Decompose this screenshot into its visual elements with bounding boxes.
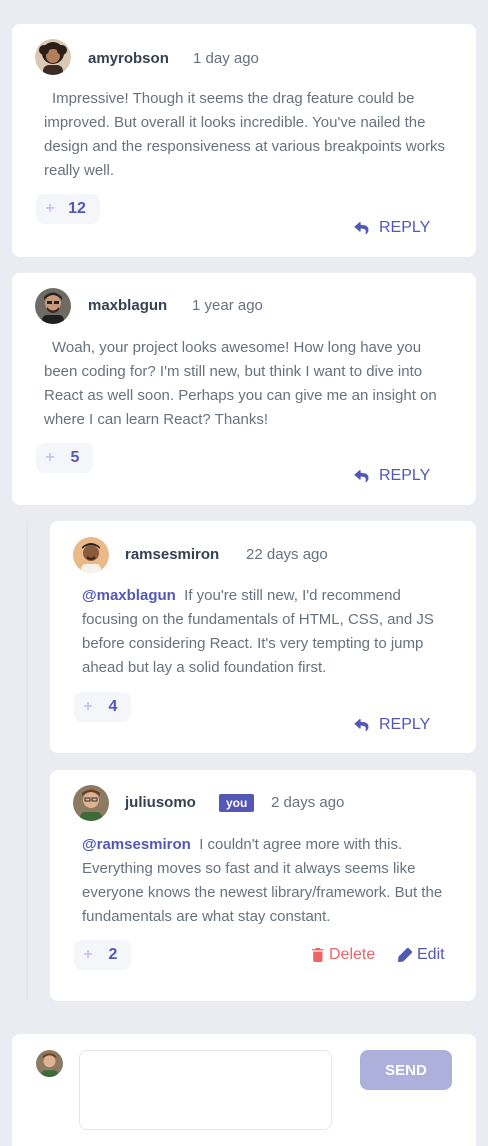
trash-icon — [312, 948, 324, 962]
comment-text: @maxblagun If you're still new, I'd reco… — [82, 584, 452, 680]
reply-icon — [354, 469, 369, 482]
comment-time: 1 year ago — [192, 297, 263, 314]
vote-count: 2 — [108, 946, 118, 963]
comment-time: 22 days ago — [246, 546, 328, 563]
plus-icon[interactable]: + — [74, 946, 102, 964]
comment-card: amyrobson 1 day ago Impressive! Though i… — [12, 24, 476, 257]
mention-link[interactable]: @maxblagun — [82, 587, 176, 604]
reply-button[interactable]: REPLY — [354, 467, 430, 485]
current-user-avatar — [36, 1050, 63, 1077]
avatar — [73, 785, 109, 821]
delete-button[interactable]: Delete — [312, 946, 375, 964]
reply-button[interactable]: REPLY — [354, 219, 430, 237]
comment-card: maxblagun 1 year ago Woah, your project … — [12, 273, 476, 505]
comment-text: Woah, your project looks awesome! How lo… — [44, 339, 437, 428]
comment-time: 2 days ago — [271, 794, 345, 811]
comment-text: Impressive! Though it seems the drag fea… — [44, 90, 446, 179]
avatar — [73, 537, 109, 573]
avatar — [35, 288, 71, 324]
username[interactable]: juliusomo — [125, 794, 196, 811]
reply-label: REPLY — [379, 467, 431, 484]
reply-icon — [354, 718, 369, 731]
mention-link[interactable]: @ramsesmiron — [82, 836, 191, 853]
edit-label: Edit — [417, 946, 445, 963]
pencil-icon — [398, 948, 412, 962]
comment-time: 1 day ago — [193, 50, 259, 67]
reply-label: REPLY — [379, 716, 431, 733]
comment-input[interactable] — [79, 1050, 332, 1130]
send-button[interactable]: SEND — [360, 1050, 452, 1090]
delete-label: Delete — [329, 946, 376, 963]
reply-label: REPLY — [379, 219, 431, 236]
vote-count: 5 — [70, 449, 80, 466]
vote-counter: + 12 — [36, 194, 100, 224]
plus-icon[interactable]: + — [36, 449, 64, 467]
you-badge: you — [219, 794, 255, 812]
reply-icon — [354, 221, 369, 234]
reply-card: juliusomo you 2 days ago @ramsesmiron I … — [50, 770, 476, 1001]
plus-icon[interactable]: + — [36, 200, 64, 218]
reply-card: ramsesmiron 22 days ago @maxblagun If yo… — [50, 521, 476, 753]
vote-counter: + 2 — [74, 940, 131, 970]
reply-button[interactable]: REPLY — [354, 716, 430, 734]
vote-count: 4 — [108, 698, 118, 715]
vote-counter: + 4 — [74, 692, 131, 722]
vote-count: 12 — [68, 200, 86, 217]
comment-text: @ramsesmiron I couldn't agree more with … — [82, 833, 452, 929]
username[interactable]: amyrobson — [88, 50, 169, 67]
vote-counter: + 5 — [36, 443, 93, 473]
thread-divider — [26, 521, 28, 1001]
avatar — [35, 39, 71, 75]
edit-button[interactable]: Edit — [398, 946, 445, 964]
username[interactable]: ramsesmiron — [125, 546, 219, 563]
username[interactable]: maxblagun — [88, 297, 167, 314]
plus-icon[interactable]: + — [74, 698, 102, 716]
